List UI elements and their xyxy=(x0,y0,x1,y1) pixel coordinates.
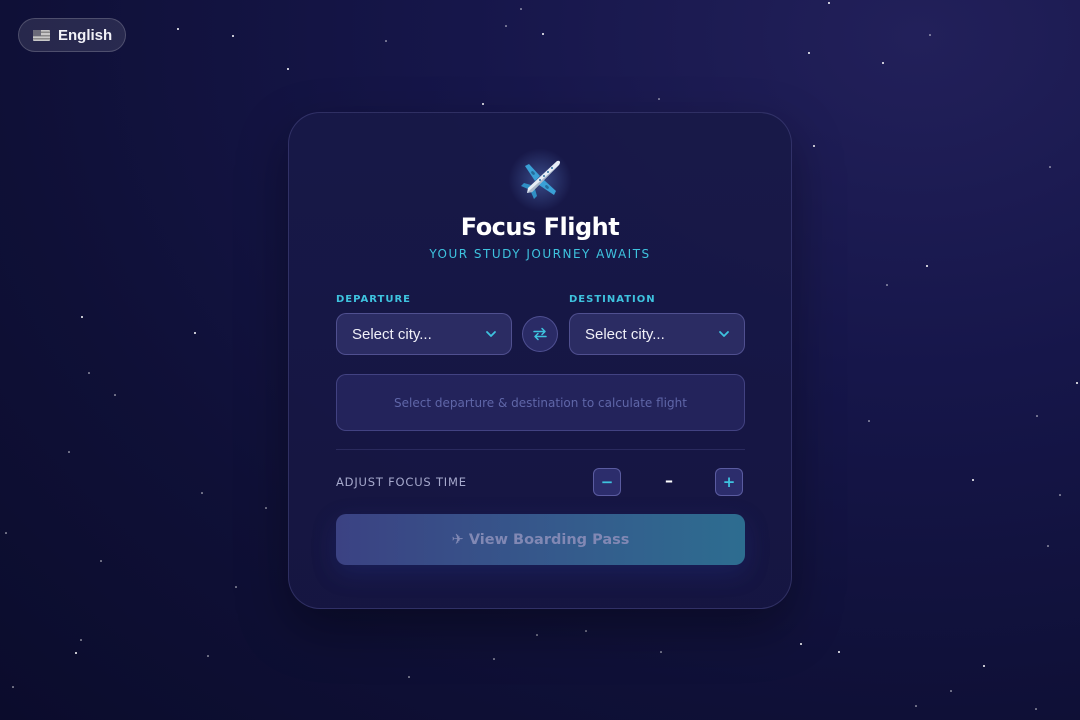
divider xyxy=(336,449,745,450)
flight-info-text: Select departure & destination to calcul… xyxy=(394,395,687,410)
decrease-focus-time-button[interactable]: − xyxy=(593,468,621,496)
departure-value: Select city... xyxy=(352,325,432,343)
destination-select[interactable]: Select city... xyxy=(569,313,745,355)
flight-setup-card: Focus Flight YOUR STUDY JOURNEY AWAITS D… xyxy=(288,112,792,609)
swap-arrows-icon xyxy=(533,327,547,341)
chevron-down-icon xyxy=(719,331,729,337)
destination-value: Select city... xyxy=(585,325,665,343)
destination-label: DESTINATION xyxy=(569,294,656,305)
chevron-down-icon xyxy=(486,331,496,337)
increase-focus-time-button[interactable]: + xyxy=(715,468,743,496)
boarding-button-label: ✈ View Boarding Pass xyxy=(451,531,630,548)
flight-info-panel: Select departure & destination to calcul… xyxy=(336,374,745,431)
focus-time-label: ADJUST FOCUS TIME xyxy=(336,475,467,489)
swap-cities-button[interactable] xyxy=(522,316,558,352)
departure-label: DEPARTURE xyxy=(336,294,412,305)
app-title: Focus Flight xyxy=(460,213,620,241)
view-boarding-pass-button[interactable]: ✈ View Boarding Pass xyxy=(336,514,745,565)
us-flag-icon xyxy=(33,29,50,41)
departure-select[interactable]: Select city... xyxy=(336,313,512,355)
airplane-icon xyxy=(508,148,572,212)
language-label: English xyxy=(58,26,113,44)
language-toggle[interactable]: English xyxy=(18,18,126,52)
focus-time-value: – xyxy=(665,471,673,490)
app-subtitle: YOUR STUDY JOURNEY AWAITS xyxy=(429,247,651,261)
